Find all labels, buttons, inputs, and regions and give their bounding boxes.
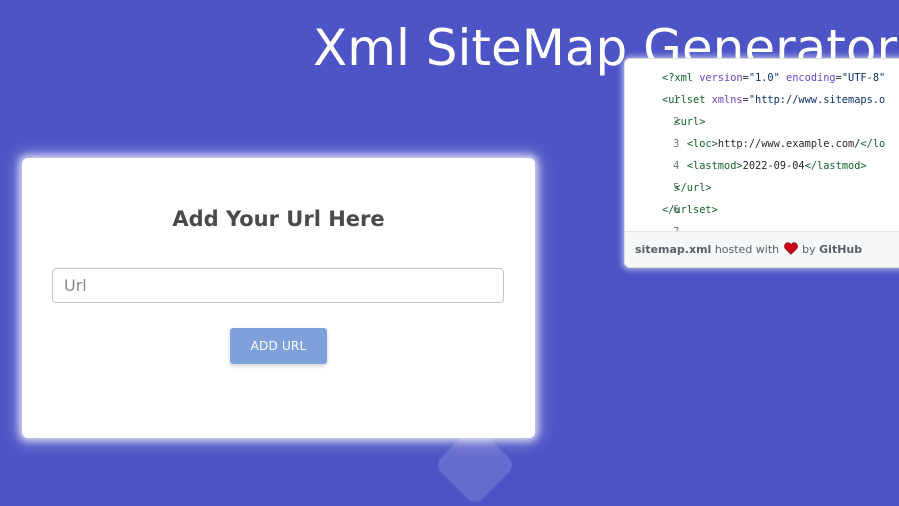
code-line: 2 <urlset xmlns="http://www.sitemaps.o: [625, 89, 899, 128]
code-line: 5 <lastmod>2022-09-04</lastmod>: [625, 155, 899, 194]
code-text: <lastmod>2022-09-04</lastmod>: [686, 160, 867, 172]
code-line: 7 </urlset>: [625, 199, 899, 238]
by-text: by: [802, 243, 816, 256]
code-block: 1 <?xml version="1.0" encoding="UTF-8" 2…: [625, 67, 899, 238]
code-text: <urlset xmlns="http://www.sitemaps.o: [662, 94, 886, 106]
code-text: <loc>http://www.example.com/</lo: [686, 138, 886, 150]
code-line: 6 </url>: [625, 177, 899, 216]
add-url-card: Add Your Url Here ADD URL: [22, 158, 535, 438]
gist-footer: sitemap.xml hosted with by GitHub: [625, 231, 899, 267]
github-link[interactable]: GitHub: [819, 243, 862, 256]
code-line: 1 <?xml version="1.0" encoding="UTF-8": [625, 67, 899, 106]
code-text: </url>: [674, 182, 712, 194]
code-text: <url>: [674, 116, 706, 128]
add-url-button[interactable]: ADD URL: [230, 328, 327, 364]
code-text: </urlset>: [662, 204, 718, 216]
sitemap-code-embed: 1 <?xml version="1.0" encoding="UTF-8" 2…: [624, 58, 899, 268]
code-text: <?xml version="1.0" encoding="UTF-8": [662, 72, 886, 84]
code-line: 4 <loc>http://www.example.com/</lo: [625, 133, 899, 172]
code-line: 3 <url>: [625, 111, 899, 150]
gist-file-link[interactable]: sitemap.xml: [635, 243, 711, 256]
card-heading: Add Your Url Here: [172, 207, 385, 231]
heart-icon: [783, 234, 798, 267]
hosted-with-text: hosted with: [714, 243, 780, 256]
url-input[interactable]: [52, 268, 504, 303]
